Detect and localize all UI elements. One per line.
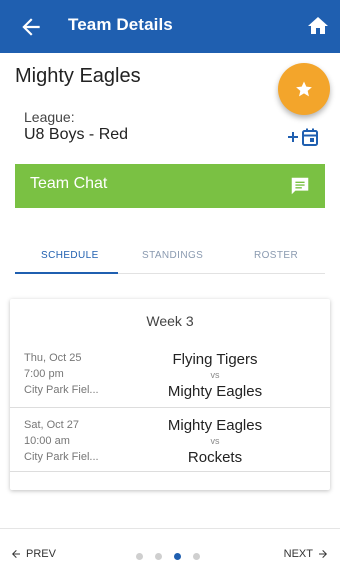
add-calendar-icon[interactable] [286,127,320,147]
tab-indicator [15,272,118,274]
next-label: NEXT [283,548,313,560]
game-time: 7:00 pm [24,368,64,380]
star-icon [296,81,312,97]
pager-footer: PREV NEXT [0,528,340,582]
next-button[interactable]: NEXT [284,548,329,560]
away-team: Mighty Eagles [167,383,263,400]
team-chat-button[interactable]: Team Chat [15,164,325,208]
league-value: U8 Boys - Red [24,126,129,143]
game-date: Sat, Oct 27 [24,419,80,431]
page-dot[interactable] [155,553,162,560]
page-dot[interactable] [136,553,143,560]
tab-schedule[interactable]: SCHEDULE [41,250,99,261]
game-time: 10:00 am [24,435,70,447]
page-indicator [136,553,200,560]
home-team: Mighty Eagles [167,417,263,434]
away-team: Rockets [187,449,243,466]
game-row[interactable]: Sat, Oct 27 10:00 am City Park Fiel... M… [10,410,330,472]
vs-label: vs [210,370,220,380]
prev-button[interactable]: PREV [10,548,56,560]
game-row[interactable]: Thu, Oct 25 7:00 pm City Park Fiel... Fl… [10,346,330,408]
arrow-left-icon[interactable] [18,14,44,40]
app-bar: Team Details [0,0,340,53]
game-location: City Park Fiel... [24,451,99,463]
league-label: League: [24,109,75,125]
page-title: Team Details [68,15,173,34]
home-team: Flying Tigers [172,351,258,368]
favorite-button[interactable] [278,63,330,115]
tab-standings[interactable]: STANDINGS [142,250,203,261]
prev-label: PREV [26,548,56,560]
team-name: Mighty Eagles [15,65,141,87]
tab-bar: SCHEDULE STANDINGS ROSTER [15,240,325,274]
week-heading: Week 3 [146,313,194,329]
game-location: City Park Fiel... [24,384,99,396]
vs-label: vs [210,436,220,446]
chat-bubble-icon [291,177,309,195]
game-date: Thu, Oct 25 [24,352,82,364]
page-dot[interactable] [193,553,200,560]
arrow-left-icon [12,550,20,558]
tab-roster[interactable]: ROSTER [254,250,298,261]
team-chat-label: Team Chat [30,175,108,192]
schedule-card: Week 3 Thu, Oct 25 7:00 pm City Park Fie… [10,299,330,490]
home-icon[interactable] [306,14,330,38]
page-dot-active[interactable] [174,553,181,560]
arrow-right-icon [319,550,327,558]
